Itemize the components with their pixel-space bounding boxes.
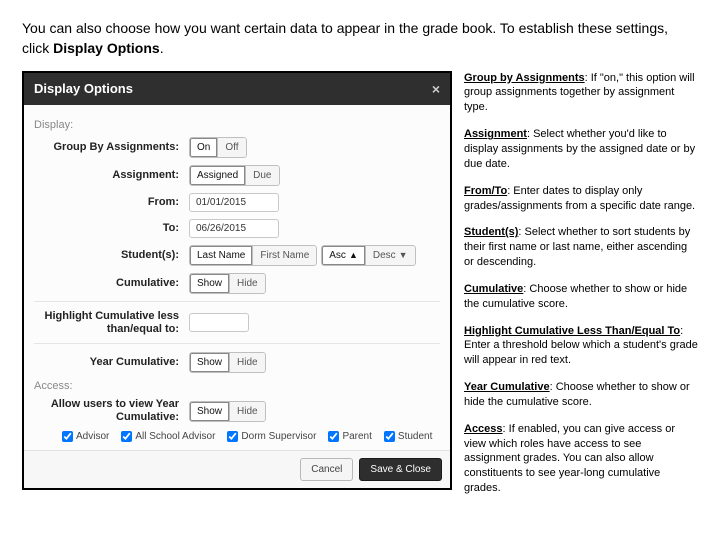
dialog-header: Display Options × xyxy=(24,73,450,105)
assignment-assigned[interactable]: Assigned xyxy=(189,165,246,186)
allow-view-label: Allow users to view Year Cumulative: xyxy=(34,398,189,424)
students-order-toggle[interactable]: Asc▲ Desc▼ xyxy=(321,245,415,266)
assignment-due[interactable]: Due xyxy=(245,165,279,186)
from-label: From: xyxy=(34,196,189,208)
students-last[interactable]: Last Name xyxy=(189,245,253,266)
chk-parent[interactable]: Parent xyxy=(328,431,371,442)
assignment-toggle[interactable]: Assigned Due xyxy=(189,165,280,186)
group-by-off[interactable]: Off xyxy=(217,137,246,158)
to-input[interactable] xyxy=(189,219,279,238)
students-label: Student(s): xyxy=(34,249,189,261)
cancel-button[interactable]: Cancel xyxy=(300,458,353,481)
access-section-label: Access: xyxy=(34,380,440,392)
chk-dorm-supervisor[interactable]: Dorm Supervisor xyxy=(227,431,316,442)
to-label: To: xyxy=(34,222,189,234)
chk-advisor[interactable]: Advisor xyxy=(62,431,109,442)
arrow-up-icon: ▲ xyxy=(349,251,358,260)
group-by-toggle[interactable]: On Off xyxy=(189,137,247,158)
save-close-button[interactable]: Save & Close xyxy=(359,458,442,481)
cumulative-show[interactable]: Show xyxy=(189,273,230,294)
close-icon[interactable]: × xyxy=(432,81,440,97)
year-show[interactable]: Show xyxy=(189,352,230,373)
allow-view-toggle[interactable]: Show Hide xyxy=(189,401,266,422)
arrow-down-icon: ▼ xyxy=(399,251,408,260)
students-name-toggle[interactable]: Last Name First Name xyxy=(189,245,317,266)
students-desc[interactable]: Desc▼ xyxy=(365,245,416,266)
group-by-label: Group By Assignments: xyxy=(34,141,189,153)
year-cumulative-toggle[interactable]: Show Hide xyxy=(189,352,266,373)
group-by-on[interactable]: On xyxy=(189,137,218,158)
cumulative-hide[interactable]: Hide xyxy=(229,273,266,294)
display-section-label: Display: xyxy=(34,119,440,131)
allow-hide[interactable]: Hide xyxy=(229,401,266,422)
cumulative-label: Cumulative: xyxy=(34,277,189,289)
intro-text: You can also choose how you want certain… xyxy=(22,18,698,59)
dialog-title: Display Options xyxy=(34,81,133,96)
allow-show[interactable]: Show xyxy=(189,401,230,422)
cumulative-toggle[interactable]: Show Hide xyxy=(189,273,266,294)
assignment-label: Assignment: xyxy=(34,169,189,181)
side-descriptions: Group by Assignments: If "on," this opti… xyxy=(464,71,698,508)
highlight-input[interactable] xyxy=(189,313,249,332)
chk-all-school-advisor[interactable]: All School Advisor xyxy=(121,431,215,442)
highlight-label: Highlight Cumulative less than/equal to: xyxy=(34,310,189,336)
chk-student[interactable]: Student xyxy=(384,431,432,442)
from-input[interactable] xyxy=(189,193,279,212)
display-options-dialog: Display Options × Display: Group By Assi… xyxy=(22,71,452,491)
students-asc[interactable]: Asc▲ xyxy=(321,245,366,266)
students-first[interactable]: First Name xyxy=(252,245,317,266)
year-cumulative-label: Year Cumulative: xyxy=(34,356,189,368)
year-hide[interactable]: Hide xyxy=(229,352,266,373)
